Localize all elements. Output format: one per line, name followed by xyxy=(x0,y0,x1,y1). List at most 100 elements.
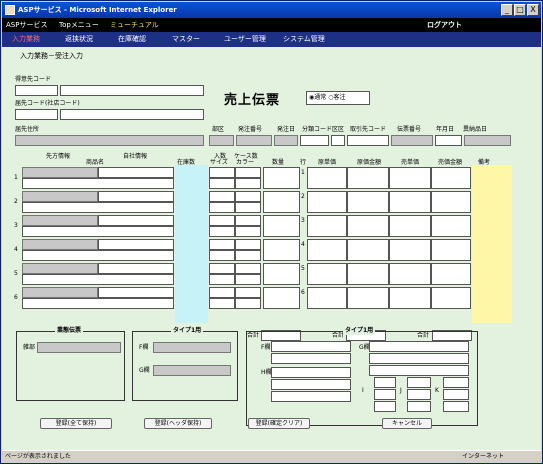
row-cost[interactable] xyxy=(307,167,347,189)
j-field-1[interactable] xyxy=(407,377,431,388)
tab-stock[interactable]: 在庫確認 xyxy=(118,32,146,47)
tab-master[interactable]: マスター xyxy=(172,32,200,47)
delivery-code-input[interactable] xyxy=(15,109,58,120)
row-qty[interactable] xyxy=(263,263,300,285)
row-color[interactable] xyxy=(235,226,261,237)
row-irisu[interactable] xyxy=(209,287,235,298)
row-self-code[interactable] xyxy=(98,239,174,250)
k-field-1[interactable] xyxy=(443,377,469,388)
row-price[interactable] xyxy=(389,287,431,309)
row-qty[interactable] xyxy=(263,191,300,213)
row-color[interactable] xyxy=(235,178,261,189)
row-qty[interactable] xyxy=(263,239,300,261)
row-sales-amount[interactable] xyxy=(431,239,471,261)
k-field-3[interactable] xyxy=(443,401,469,412)
h-field-3[interactable] xyxy=(271,391,351,402)
minimize-button[interactable]: _ xyxy=(501,4,513,16)
row-cost[interactable] xyxy=(307,215,347,237)
cat-field[interactable] xyxy=(300,135,329,146)
row-product-name[interactable] xyxy=(22,274,174,285)
i-field-3[interactable] xyxy=(374,401,396,412)
row-irisu[interactable] xyxy=(209,239,235,250)
row-case[interactable] xyxy=(235,191,261,202)
i-field-1[interactable] xyxy=(374,377,396,388)
row-sales-amount[interactable] xyxy=(431,263,471,285)
row-case[interactable] xyxy=(235,215,261,226)
row-price[interactable] xyxy=(389,167,431,189)
g-field-1[interactable] xyxy=(369,341,469,352)
row-sales-amount[interactable] xyxy=(431,191,471,213)
row-cost-amount[interactable] xyxy=(347,239,389,261)
tab-input[interactable]: 入力業務 xyxy=(12,32,40,47)
row-cost[interactable] xyxy=(307,239,347,261)
row-cost-amount[interactable] xyxy=(347,191,389,213)
row-irisu[interactable] xyxy=(209,263,235,274)
row-cost-amount[interactable] xyxy=(347,263,389,285)
row-case[interactable] xyxy=(235,287,261,298)
row-case[interactable] xyxy=(235,167,261,178)
menu-mutual[interactable]: ミューチュアル xyxy=(110,18,159,32)
radio-guest[interactable]: ○客注 xyxy=(328,94,345,101)
row-color[interactable] xyxy=(235,298,261,309)
radio-normal[interactable]: ◉通常 xyxy=(309,94,326,101)
row-irisu[interactable] xyxy=(209,191,235,202)
row-product-name[interactable] xyxy=(22,178,174,189)
row-product-name[interactable] xyxy=(22,298,174,309)
row-self-code[interactable] xyxy=(98,287,174,298)
row-qty[interactable] xyxy=(263,167,300,189)
row-size[interactable] xyxy=(209,298,235,309)
row-size[interactable] xyxy=(209,226,235,237)
row-cost[interactable] xyxy=(307,287,347,309)
row-self-code[interactable] xyxy=(98,191,174,202)
g-field-3[interactable] xyxy=(369,365,469,376)
row-irisu[interactable] xyxy=(209,167,235,178)
row-cost-amount[interactable] xyxy=(347,167,389,189)
row-size[interactable] xyxy=(209,202,235,213)
row-sales-amount[interactable] xyxy=(431,287,471,309)
row-cost[interactable] xyxy=(307,263,347,285)
row-product-name[interactable] xyxy=(22,202,174,213)
row-self-code[interactable] xyxy=(98,167,174,178)
row-sales-amount[interactable] xyxy=(431,215,471,237)
tab-user[interactable]: ユーザー管理 xyxy=(224,32,266,47)
row-color[interactable] xyxy=(235,274,261,285)
j-field-3[interactable] xyxy=(407,401,431,412)
cancel-button[interactable]: キャンセル xyxy=(382,418,432,429)
j-field-2[interactable] xyxy=(407,389,431,400)
menu-asp[interactable]: ASPサービス xyxy=(6,18,47,32)
row-cost-amount[interactable] xyxy=(347,287,389,309)
row-product-name[interactable] xyxy=(22,226,174,237)
row-color[interactable] xyxy=(235,202,261,213)
i-field-2[interactable] xyxy=(374,389,396,400)
row-sales-amount[interactable] xyxy=(431,167,471,189)
k-field-2[interactable] xyxy=(443,389,469,400)
row-product-name[interactable] xyxy=(22,250,174,261)
tab-system[interactable]: システム管理 xyxy=(283,32,325,47)
row-cost[interactable] xyxy=(307,191,347,213)
register-all-button[interactable]: 登録(全て保持) xyxy=(40,418,112,429)
close-button[interactable]: X xyxy=(527,4,539,16)
menu-top[interactable]: Topメニュー xyxy=(59,18,99,32)
row-size[interactable] xyxy=(209,178,235,189)
row-qty[interactable] xyxy=(263,215,300,237)
maximize-button[interactable]: □ xyxy=(514,4,526,16)
row-size[interactable] xyxy=(209,250,235,261)
row-color[interactable] xyxy=(235,250,261,261)
row-irisu[interactable] xyxy=(209,215,235,226)
ku-field[interactable] xyxy=(331,135,345,146)
row-self-code[interactable] xyxy=(98,263,174,274)
f-field-1[interactable] xyxy=(271,341,351,352)
row-price[interactable] xyxy=(389,263,431,285)
customer-code-input[interactable] xyxy=(15,85,58,96)
row-qty[interactable] xyxy=(263,287,300,309)
row-price[interactable] xyxy=(389,215,431,237)
row-case[interactable] xyxy=(235,239,261,250)
row-size[interactable] xyxy=(209,274,235,285)
h-field-1[interactable] xyxy=(271,367,351,378)
row-self-code[interactable] xyxy=(98,215,174,226)
register-clear-button[interactable]: 登録(確定クリア) xyxy=(248,418,310,429)
row-case[interactable] xyxy=(235,263,261,274)
h-field-2[interactable] xyxy=(271,379,351,390)
customer-name-input[interactable] xyxy=(60,85,204,96)
logout-link[interactable]: ログアウト xyxy=(427,18,462,32)
